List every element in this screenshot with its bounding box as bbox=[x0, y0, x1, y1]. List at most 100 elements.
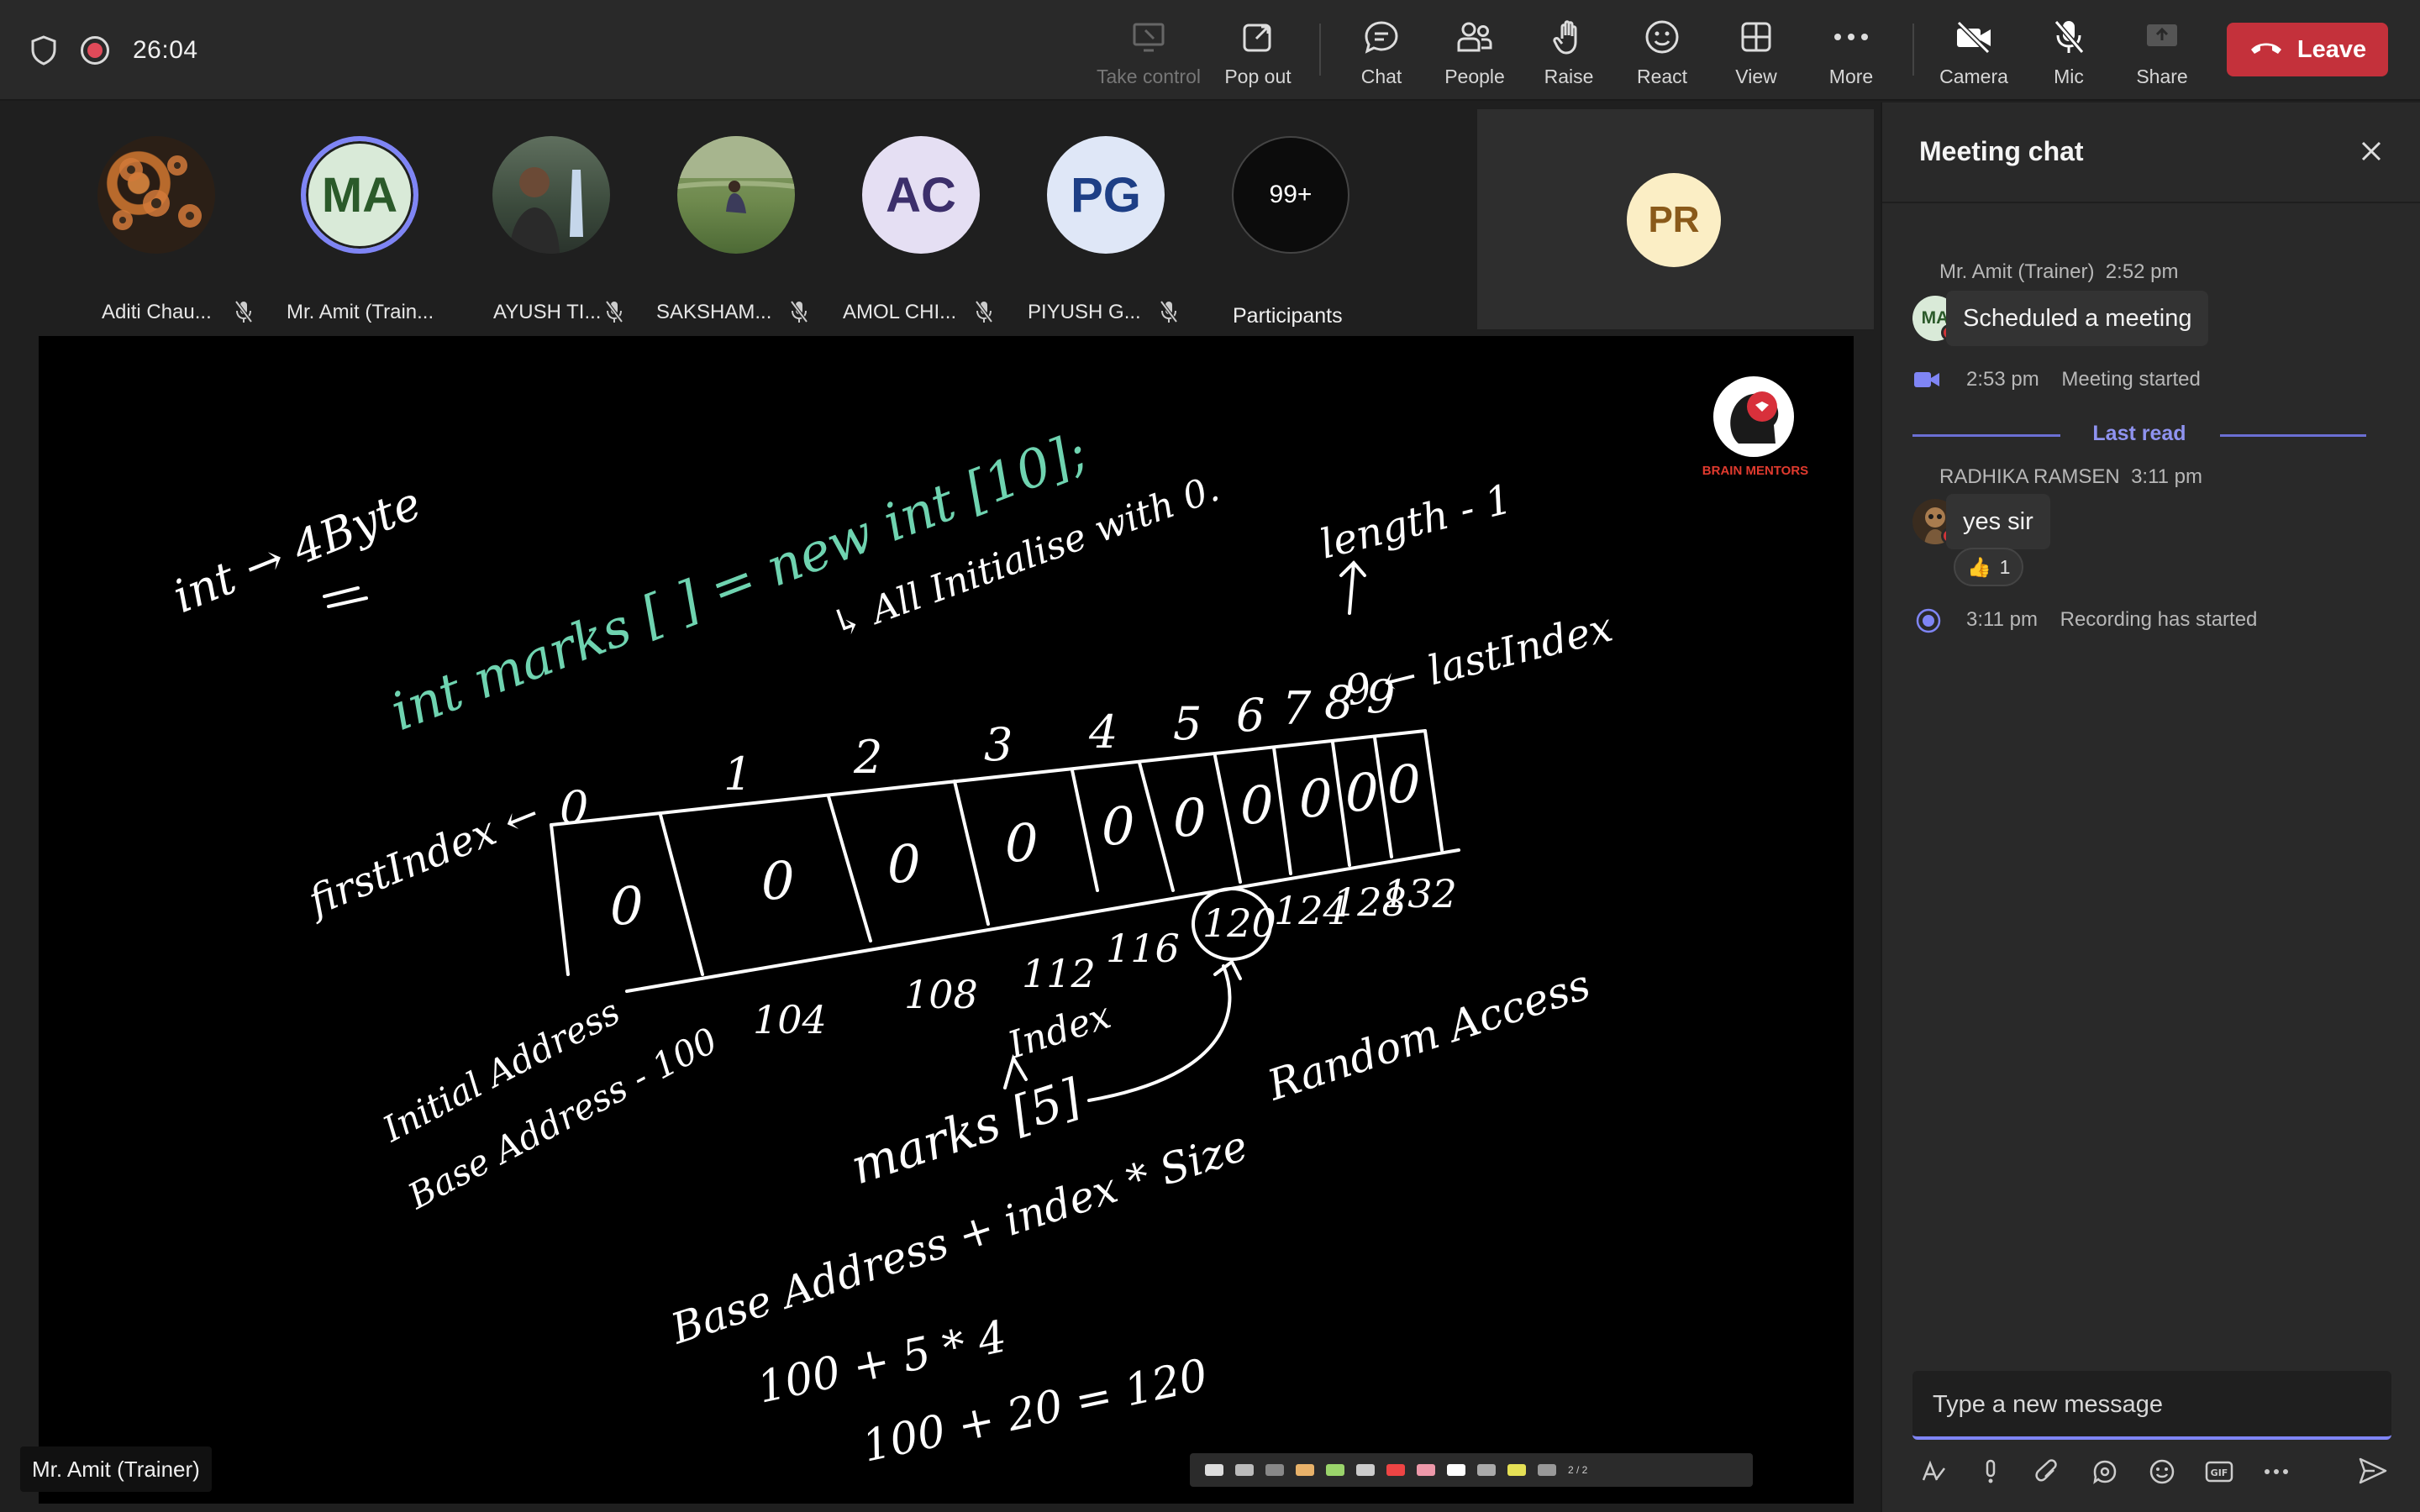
note-int-size: int → 4Byte bbox=[166, 476, 428, 623]
chat-message[interactable]: Scheduled a meeting bbox=[1946, 291, 2209, 346]
priority-icon[interactable] bbox=[1976, 1457, 2005, 1486]
marker-tool-icon[interactable] bbox=[1326, 1464, 1344, 1476]
array-cell-4: 0 bbox=[1102, 795, 1134, 857]
array-address-0: 104 bbox=[753, 997, 827, 1042]
avatar bbox=[97, 136, 215, 254]
overflow-count: 99+ bbox=[1232, 136, 1349, 254]
pop-out-button[interactable]: Pop out bbox=[1203, 15, 1313, 91]
array-cell-2: 0 bbox=[887, 833, 920, 895]
page-indicator: 2 / 2 bbox=[1568, 1464, 1588, 1476]
participant-tile[interactable]: SAKSHAM... bbox=[646, 136, 823, 323]
close-icon[interactable] bbox=[2360, 139, 2383, 167]
recording-indicator-icon bbox=[81, 36, 109, 65]
array-address-7: 132 bbox=[1383, 871, 1457, 916]
mic-muted-icon bbox=[1159, 299, 1179, 328]
participant-tile[interactable]: Aditi Chau... bbox=[66, 136, 253, 323]
text-tool-icon[interactable] bbox=[1356, 1464, 1375, 1476]
share-button[interactable]: Share bbox=[2107, 15, 2217, 91]
camera-off-icon bbox=[1954, 15, 1993, 59]
shape-tool-icon[interactable] bbox=[1447, 1464, 1465, 1476]
take-control-label: Take control bbox=[1096, 66, 1201, 87]
camera-button[interactable]: Camera bbox=[1919, 15, 2028, 91]
message-author: Mr. Amit (Trainer) 2:52 pm bbox=[1939, 260, 2179, 283]
array-cell-0: 0 bbox=[610, 875, 643, 937]
video-camera-icon bbox=[1912, 370, 1941, 394]
take-control-button[interactable]: Take control bbox=[1094, 15, 1203, 91]
send-icon[interactable] bbox=[2358, 1457, 2388, 1489]
view-button[interactable]: View bbox=[1702, 15, 1811, 91]
participant-tile[interactable]: PG PIYUSH G... bbox=[1016, 136, 1192, 323]
array-index-0: 0 bbox=[560, 781, 588, 834]
loop-icon[interactable] bbox=[2091, 1457, 2119, 1486]
mic-off-icon bbox=[2052, 15, 2086, 59]
participant-tile-active-speaker[interactable]: MA Mr. Amit (Train... bbox=[270, 136, 446, 323]
pop-out-label: Pop out bbox=[1224, 66, 1292, 87]
array-address-2: 112 bbox=[1022, 951, 1096, 996]
share-screen-icon bbox=[2144, 15, 2180, 59]
array-index-2: 2 bbox=[853, 731, 882, 784]
chat-message[interactable]: yes sir bbox=[1946, 494, 2050, 549]
presenter-name-badge: Mr. Amit (Trainer) bbox=[20, 1446, 212, 1492]
logo-text: BRAIN MENTORS bbox=[1702, 464, 1809, 478]
pen-tool-icon[interactable] bbox=[1205, 1464, 1223, 1476]
people-button[interactable]: People bbox=[1420, 15, 1529, 91]
note-first-index: firstIndex ← bbox=[300, 790, 546, 926]
note-random-access: Random Access bbox=[1261, 960, 1597, 1110]
reaction-chip[interactable]: 👍 1 bbox=[1954, 548, 2024, 586]
message-author: RADHIKA RAMSEN 3:11 pm bbox=[1939, 465, 2202, 488]
more-options-icon[interactable] bbox=[2262, 1457, 2291, 1486]
array-cell-8: 0 bbox=[1345, 762, 1378, 823]
participant-tile[interactable]: AC AMOL CHI... bbox=[831, 136, 1007, 323]
participant-tile[interactable]: AYUSH TI... bbox=[461, 136, 638, 323]
react-button[interactable]: React bbox=[1607, 15, 1717, 91]
gif-icon[interactable]: GIF bbox=[2205, 1457, 2233, 1486]
whiteboard-ink: int → 4Byte int marks [ ] = new int [10]… bbox=[166, 420, 1617, 1472]
format-icon[interactable] bbox=[1919, 1457, 1948, 1486]
settings-gear-icon[interactable] bbox=[1538, 1464, 1556, 1476]
last-read-label: Last read bbox=[2092, 422, 2186, 445]
line-tool-icon[interactable] bbox=[1477, 1464, 1496, 1476]
pop-out-icon bbox=[1241, 15, 1275, 59]
phone-hangup-icon bbox=[2249, 39, 2284, 60]
pencil-tool-icon[interactable] bbox=[1296, 1464, 1314, 1476]
chat-label: Chat bbox=[1360, 66, 1402, 87]
array-index-1: 1 bbox=[723, 748, 752, 801]
event-recording-started: 3:11 pm Recording has started bbox=[1966, 608, 2258, 631]
pinned-participant-tile[interactable]: PR bbox=[1477, 109, 1874, 329]
eraser-tool-icon[interactable] bbox=[1265, 1464, 1284, 1476]
color-red-icon[interactable] bbox=[1386, 1464, 1405, 1476]
participants-overflow-button[interactable]: 99+ Participants bbox=[1201, 136, 1377, 328]
camera-label: Camera bbox=[1939, 66, 2008, 87]
emoji-icon[interactable] bbox=[2148, 1457, 2176, 1486]
shield-icon[interactable] bbox=[30, 35, 57, 66]
avatar: PG bbox=[1047, 136, 1165, 254]
meeting-controls-bar: 26:04 Take control Pop out Chat People R… bbox=[0, 0, 2420, 101]
mic-label: Mic bbox=[2054, 66, 2084, 87]
recording-icon bbox=[1916, 608, 1941, 638]
mic-muted-icon bbox=[604, 299, 624, 328]
array-index-7: 7 bbox=[1282, 682, 1312, 735]
leave-button[interactable]: Leave bbox=[2227, 23, 2388, 76]
array-index-5: 5 bbox=[1173, 697, 1202, 750]
annotation-toolbar[interactable]: 2 / 2 bbox=[1190, 1453, 1753, 1487]
color-pink-icon[interactable] bbox=[1417, 1464, 1435, 1476]
participants-label: Participants bbox=[1233, 304, 1343, 328]
people-label: People bbox=[1444, 66, 1505, 87]
array-cell-7: 0 bbox=[1299, 768, 1332, 829]
message-input[interactable] bbox=[1912, 1371, 2391, 1438]
highlighter-tool-icon[interactable] bbox=[1235, 1464, 1254, 1476]
array-index-8: 8 bbox=[1324, 676, 1353, 729]
shared-screen-stage: int → 4Byte int marks [ ] = new int [10]… bbox=[8, 336, 1879, 1512]
array-address-1: 108 bbox=[904, 972, 978, 1017]
chat-icon bbox=[1363, 15, 1400, 59]
array-cell-3: 0 bbox=[1005, 812, 1038, 874]
more-label: More bbox=[1828, 66, 1874, 87]
svg-text:GIF: GIF bbox=[2211, 1467, 2228, 1478]
note-index: Index bbox=[1002, 994, 1117, 1067]
array-cell-9: 0 bbox=[1387, 753, 1420, 815]
attach-icon[interactable] bbox=[2033, 1457, 2062, 1486]
more-button[interactable]: More bbox=[1797, 15, 1906, 91]
sticky-note-icon[interactable] bbox=[1507, 1464, 1526, 1476]
chat-composer bbox=[1912, 1371, 2391, 1440]
view-label: View bbox=[1735, 66, 1777, 87]
